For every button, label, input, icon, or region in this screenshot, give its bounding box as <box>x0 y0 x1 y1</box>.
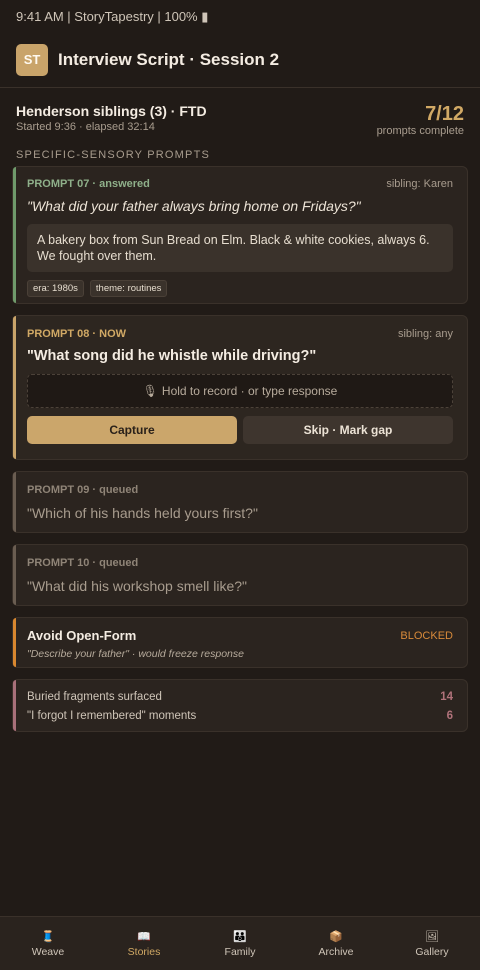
avoid-title: Avoid Open-Form <box>27 628 137 643</box>
prompt-number: PROMPT 09 · queued <box>27 484 139 496</box>
tab-stories[interactable]: 📖 Stories <box>96 917 192 970</box>
record-input[interactable]: 🎙 Hold to record · or type response <box>27 374 453 408</box>
prompt-number: PROMPT 08 · NOW <box>27 328 127 340</box>
header: ST Interview Script · Session 2 <box>0 32 480 88</box>
session-meta: Started 9:36 · elapsed 32:14 <box>16 121 155 133</box>
prompt-card-answered[interactable]: PROMPT 07 · answered sibling: Karen "Wha… <box>12 166 468 304</box>
tab-gallery[interactable]: 🖼 Gallery <box>384 917 480 970</box>
prompt-card-queued[interactable]: PROMPT 10 · queued "What did his worksho… <box>12 544 468 606</box>
tab-label: Family <box>224 945 256 958</box>
prompt-card-queued[interactable]: PROMPT 09 · queued "Which of his hands h… <box>12 471 468 533</box>
tab-weave[interactable]: 🧵 Weave <box>0 917 96 970</box>
capture-button[interactable]: Capture <box>27 416 237 444</box>
prompt-sibling: sibling: any <box>397 328 453 340</box>
microphone-icon: 🎙 <box>142 384 158 398</box>
tab-label: Gallery <box>415 945 449 958</box>
prompt-card-current: PROMPT 08 · NOW sibling: any "What song … <box>12 315 468 460</box>
bottom-tab-bar: 🧵 Weave 📖 Stories 👪 Family 📦 Archive 🖼 G… <box>0 916 480 970</box>
tab-label: Weave <box>31 945 65 958</box>
blocked-badge: BLOCKED <box>400 629 453 642</box>
card-accent-stripe <box>13 545 16 605</box>
tab-archive[interactable]: 📦 Archive <box>288 917 384 970</box>
prompt-question: "What did your father always bring home … <box>27 198 361 214</box>
answer-text: A bakery box from Sun Bread on Elm. Blac… <box>27 224 453 272</box>
tab-label: Stories <box>127 945 161 958</box>
avoid-description: "Describe your father" · would freeze re… <box>27 648 244 660</box>
prompt-question: "What song did he whistle while driving?… <box>27 348 317 364</box>
stats-card: Buried fragments surfaced 14 "I forgot I… <box>12 679 468 732</box>
card-accent-stripe <box>13 680 16 731</box>
app-logo: ST <box>16 43 48 76</box>
stat-value: 14 <box>440 690 453 703</box>
stat-label: Buried fragments surfaced <box>27 690 162 703</box>
progress-count: 7/12 <box>425 103 464 125</box>
session-name: Henderson siblings (3) · FTD <box>16 103 207 119</box>
card-accent-stripe <box>13 167 16 303</box>
tag-theme[interactable]: theme: routines <box>89 280 168 297</box>
prompt-question: "What did his workshop smell like?" <box>27 578 248 594</box>
prompt-sibling: sibling: Karen <box>386 178 453 190</box>
stat-label: "I forgot I remembered" moments <box>27 709 197 722</box>
stat-row: Buried fragments surfaced 14 <box>27 687 453 706</box>
family-icon: 👪 <box>233 930 247 943</box>
prompt-number: PROMPT 07 · answered <box>27 178 150 190</box>
stat-value: 6 <box>446 709 453 722</box>
tab-family[interactable]: 👪 Family <box>192 917 288 970</box>
session-summary: Henderson siblings (3) · FTD Started 9:3… <box>0 88 480 146</box>
tag-list: era: 1980s theme: routines <box>27 280 453 297</box>
page-title: Interview Script · Session 2 <box>58 49 280 69</box>
picture-icon: 🖼 <box>425 930 439 943</box>
box-icon: 📦 <box>329 930 343 943</box>
skip-mark-gap-button[interactable]: Skip · Mark gap <box>243 416 453 444</box>
section-label: SPECIFIC-SENSORY PROMPTS <box>16 149 211 161</box>
record-hint: Hold to record · or type response <box>161 384 338 398</box>
spool-icon: 🧵 <box>41 930 55 943</box>
progress-indicator: 7/12 prompts complete <box>377 103 464 137</box>
prompt-number: PROMPT 10 · queued <box>27 557 139 569</box>
tab-label: Archive <box>318 945 354 958</box>
status-bar: 9:41 AM | StoryTapestry | 100% ▮ <box>16 9 209 24</box>
stat-row: "I forgot I remembered" moments 6 <box>27 706 453 725</box>
card-accent-stripe <box>13 472 16 532</box>
avoid-open-form-card: Avoid Open-Form BLOCKED "Describe your f… <box>12 617 468 668</box>
card-accent-stripe <box>13 618 16 667</box>
tag-era[interactable]: era: 1980s <box>27 280 84 297</box>
progress-label: prompts complete <box>376 125 464 137</box>
book-icon: 📖 <box>137 930 151 943</box>
card-accent-stripe <box>13 316 16 459</box>
prompt-question: "Which of his hands held yours first?" <box>27 505 258 521</box>
